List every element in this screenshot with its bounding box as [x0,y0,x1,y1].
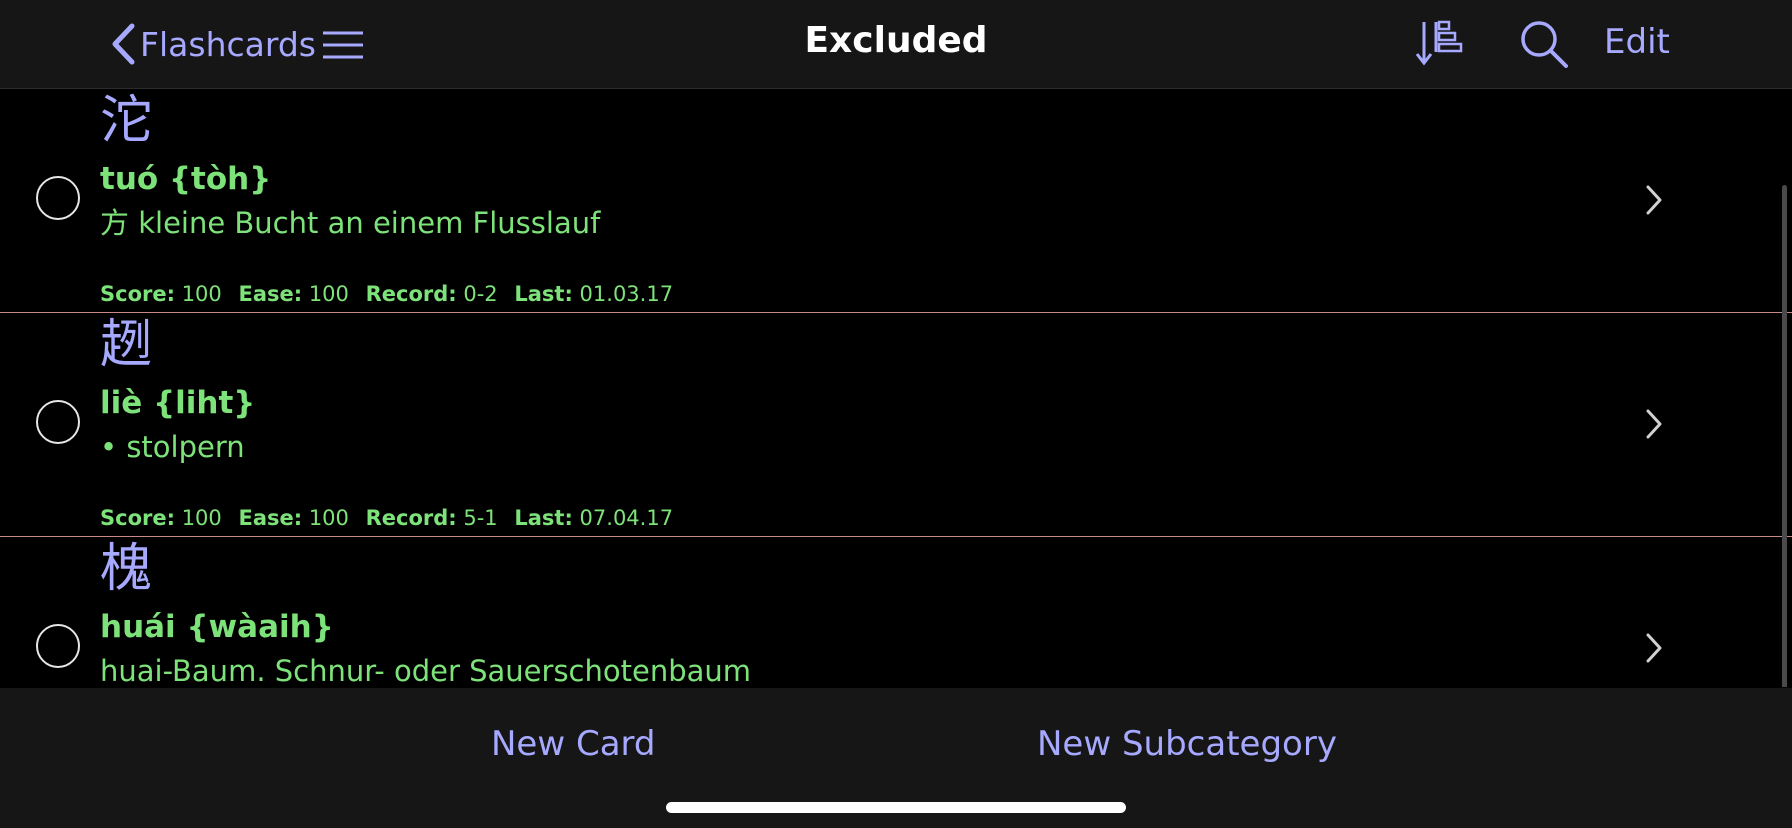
score-label: Score: [100,282,175,306]
card-hanzi: 沱 [100,91,153,151]
back-button-label: Flashcards [140,24,316,64]
card-row[interactable]: 槐 huái {wàaih} huai-Baum. Schnur- oder S… [0,537,1792,687]
card-meaning: huai-Baum. Schnur- oder Sauerschotenbaum [100,654,752,687]
card-list[interactable]: 沱 tuó {tòh} 方 kleine Bucht an einem Flus… [0,89,1792,687]
card-reading: tuó {tòh} [100,161,272,197]
back-button[interactable]: Flashcards [110,20,316,68]
score-value: 100 [181,282,222,306]
last-value: 07.04.17 [579,506,674,530]
card-hanzi: 槐 [100,539,153,599]
card-meaning: • stolpern [100,430,245,464]
card-hanzi: 趔 [100,315,153,375]
new-subcategory-button[interactable]: New Subcategory [1037,724,1337,764]
ease-label: Ease: [238,282,303,306]
chevron-left-icon [112,23,135,65]
record-label: Record: [365,506,457,530]
card-row[interactable]: 趔 liè {liht} • stolpern Score: 100 Ease:… [0,313,1792,537]
record-value: 5-1 [463,506,498,530]
card-meaning: 方 kleine Bucht an einem Flusslauf [100,206,601,240]
page-title: Excluded [804,20,988,61]
select-radio-icon[interactable] [36,624,80,668]
new-card-button[interactable]: New Card [491,724,656,764]
ease-label: Ease: [238,506,303,530]
chevron-right-icon[interactable] [1640,407,1668,441]
card-reading: liè {liht} [100,385,256,421]
ease-value: 100 [308,282,349,306]
chevron-right-icon[interactable] [1640,631,1668,665]
chevron-right-icon[interactable] [1640,183,1668,217]
ease-value: 100 [308,506,349,530]
card-reading: huái {wàaih} [100,609,334,645]
last-value: 01.03.17 [579,282,674,306]
card-stats: Score: 100 Ease: 100 Record: 5-1 Last: 0… [100,505,673,531]
hamburger-menu-icon[interactable] [322,30,364,60]
score-label: Score: [100,506,175,530]
select-radio-icon[interactable] [36,176,80,220]
search-icon[interactable] [1518,18,1570,70]
edit-button[interactable]: Edit [1604,22,1670,62]
scrollbar[interactable] [1782,185,1787,687]
last-label: Last: [514,506,573,530]
last-label: Last: [514,282,573,306]
score-value: 100 [181,506,222,530]
card-row[interactable]: 沱 tuó {tòh} 方 kleine Bucht an einem Flus… [0,89,1792,313]
record-value: 0-2 [463,282,498,306]
record-label: Record: [365,282,457,306]
home-indicator[interactable] [666,802,1126,813]
card-stats: Score: 100 Ease: 100 Record: 0-2 Last: 0… [100,281,673,307]
select-radio-icon[interactable] [36,400,80,444]
sort-icon[interactable] [1414,18,1464,68]
navigation-bar: Flashcards Excluded Edit [0,0,1792,89]
